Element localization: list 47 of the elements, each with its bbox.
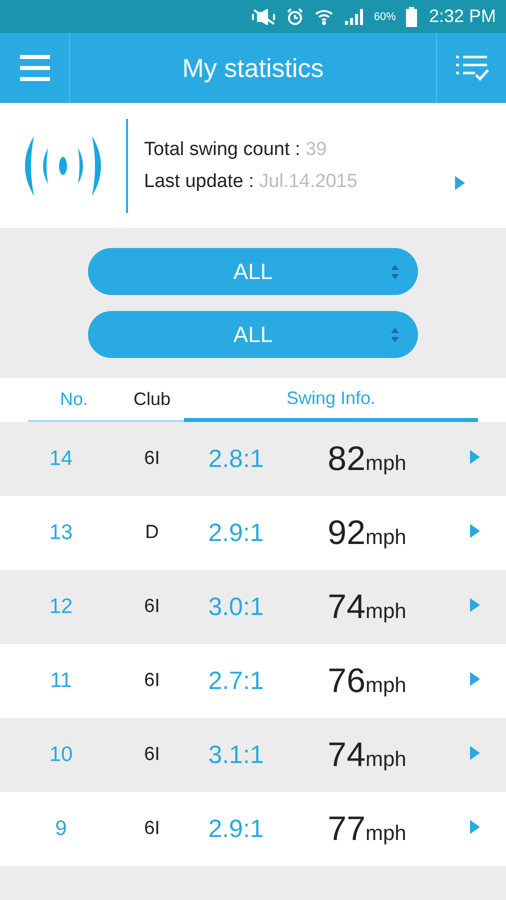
alarm-icon bbox=[286, 8, 304, 26]
play-icon[interactable] bbox=[469, 596, 481, 612]
filter-dropdown[interactable]: ALL bbox=[88, 248, 418, 295]
speed-cell-text: 92mph bbox=[326, 514, 408, 552]
club-cell-text: 6I bbox=[143, 448, 161, 470]
ratio-cell-text: 2.7:1 bbox=[207, 666, 265, 696]
play-icon[interactable] bbox=[469, 744, 481, 760]
battery-percent: 60% bbox=[374, 10, 396, 22]
ratio-cell-text: 2.9:1 bbox=[207, 518, 265, 548]
swing-number: 12 bbox=[48, 595, 74, 619]
screen-title: My statistics bbox=[182, 52, 324, 84]
ratio-cell-text: 2.9:1 bbox=[207, 814, 265, 844]
club-cell-text: D bbox=[144, 522, 160, 544]
speed-cell-text: 77mph bbox=[326, 810, 408, 848]
last-update-text: Last update : Jul.14.2015 bbox=[144, 170, 358, 192]
swing-number: 13 bbox=[48, 521, 74, 545]
speed-cell-text: 76mph bbox=[326, 662, 408, 700]
speed-cell-text: 74mph bbox=[326, 736, 408, 774]
club-cell-text: 6I bbox=[143, 818, 161, 840]
swing-count-text: Total swing count : 39 bbox=[144, 138, 328, 160]
speed-cell-text: 82mph bbox=[326, 440, 408, 478]
wifi-icon bbox=[314, 8, 334, 26]
sort-arrows-icon bbox=[390, 327, 400, 343]
battery-icon bbox=[406, 6, 417, 26]
ratio-cell-text: 3.0:1 bbox=[207, 592, 265, 622]
swing-number: 11 bbox=[49, 669, 73, 693]
club-cell-text: 6I bbox=[143, 670, 161, 692]
swing-number: 9 bbox=[54, 817, 68, 841]
play-icon[interactable] bbox=[469, 818, 481, 834]
clock-time: 2:32 PM bbox=[428, 6, 496, 27]
menu-icon bbox=[20, 55, 50, 81]
ratio-cell-text: 3.1:1 bbox=[207, 740, 265, 770]
play-icon[interactable] bbox=[469, 522, 481, 538]
filter-dropdown[interactable]: ALL bbox=[88, 311, 418, 358]
ratio-cell-text: 2.8:1 bbox=[207, 444, 265, 474]
speed-cell-text: 74mph bbox=[326, 588, 408, 626]
play-icon[interactable] bbox=[469, 670, 481, 686]
club-cell-text: 6I bbox=[143, 596, 161, 618]
signal-icon bbox=[344, 8, 364, 26]
checklist-icon bbox=[454, 54, 488, 82]
sort-arrows-icon bbox=[390, 264, 400, 280]
play-icon[interactable] bbox=[454, 175, 466, 191]
play-icon[interactable] bbox=[469, 448, 481, 464]
club-cell-text: 6I bbox=[143, 744, 161, 766]
swing-number: 10 bbox=[48, 743, 74, 767]
swing-number: 14 bbox=[48, 447, 74, 471]
mute-icon bbox=[252, 8, 276, 24]
